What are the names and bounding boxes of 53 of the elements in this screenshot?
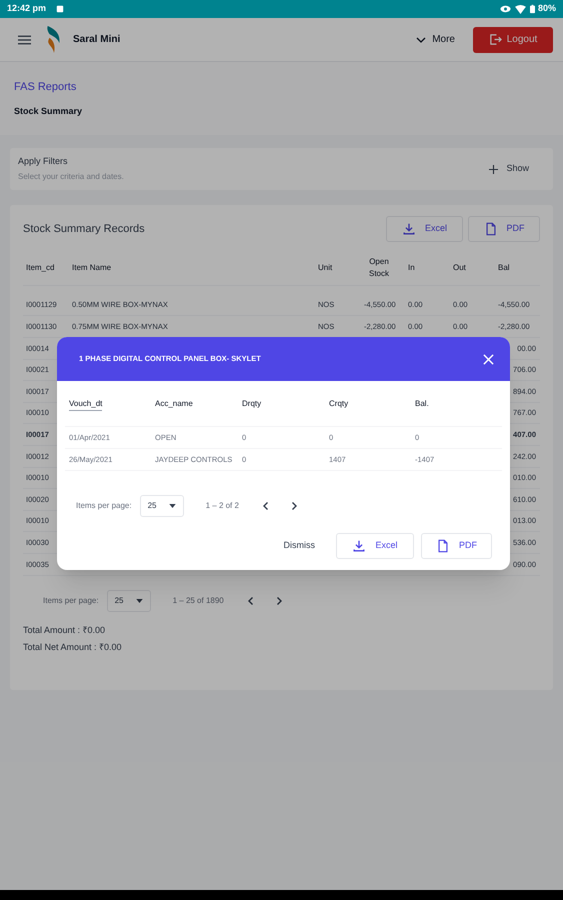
eye-icon: [500, 5, 511, 13]
battery-level: 80%: [538, 2, 556, 16]
excel-button[interactable]: Excel: [386, 216, 463, 242]
caret-icon: [168, 504, 176, 508]
more-menu[interactable]: More: [416, 32, 455, 47]
previous-page-icon[interactable]: [246, 596, 256, 606]
page-range: 1 – 2 of 2: [206, 500, 239, 512]
column-header[interactable]: Drqty: [242, 398, 262, 408]
page-size-select[interactable]: 25: [106, 590, 151, 612]
card-title: Stock Summary Records: [23, 222, 145, 237]
app-name: Saral Mini: [73, 33, 120, 47]
previous-page-icon[interactable]: [260, 501, 271, 511]
column-header[interactable]: Bal: [498, 262, 510, 272]
excel-button[interactable]: Excel: [336, 533, 414, 559]
column-header[interactable]: Out: [453, 262, 466, 272]
filter-title: Apply Filters: [18, 154, 69, 168]
column-header[interactable]: Crqty: [329, 398, 348, 408]
plus-icon: [489, 164, 498, 174]
column-header[interactable]: Acc_name: [155, 398, 193, 408]
items-per-page-label: Items per page:: [76, 500, 132, 512]
page-range: 1 – 25 of 1890: [172, 594, 224, 607]
column-header[interactable]: Bal.: [415, 398, 429, 408]
menu-icon[interactable]: [18, 34, 31, 44]
document-icon: [436, 539, 450, 553]
column-header[interactable]: Open Stock: [364, 256, 394, 280]
page-title: Stock Summary: [14, 104, 84, 118]
pdf-button[interactable]: PDF: [421, 533, 492, 559]
download-icon: [402, 222, 416, 236]
page-size-select[interactable]: 25: [140, 495, 184, 517]
logout-icon: [488, 33, 502, 46]
total-amount: Total Amount : ₹0.00: [23, 624, 106, 637]
wifi-icon: [514, 4, 526, 14]
download-icon: [352, 539, 366, 553]
show-filters-button[interactable]: Show: [489, 162, 529, 176]
notification-icon: [56, 5, 64, 13]
items-per-page-label: Items per page:: [43, 594, 99, 607]
caret-icon: [136, 598, 143, 603]
logout-button[interactable]: Logout: [473, 26, 553, 52]
document-icon: [484, 222, 498, 236]
column-header[interactable]: Item Name: [72, 262, 112, 272]
column-header[interactable]: Vouch_dt: [69, 398, 102, 410]
column-header[interactable]: Item_cd: [26, 262, 54, 272]
pdf-button[interactable]: PDF: [468, 216, 540, 242]
column-header[interactable]: In: [408, 262, 415, 272]
dismiss-button[interactable]: Dismiss: [284, 539, 315, 553]
total-amount: Total Net Amount : ₹0.00: [23, 641, 123, 654]
breadcrumb-link[interactable]: FAS Reports: [14, 79, 549, 96]
chevron-down-icon: [416, 36, 426, 42]
filter-subtitle: Select your criteria and dates.: [18, 171, 124, 184]
battery-icon: [530, 4, 535, 14]
column-header[interactable]: Unit: [318, 262, 332, 272]
status-time: 12:42 pm: [7, 2, 46, 16]
close-icon[interactable]: [483, 354, 494, 364]
